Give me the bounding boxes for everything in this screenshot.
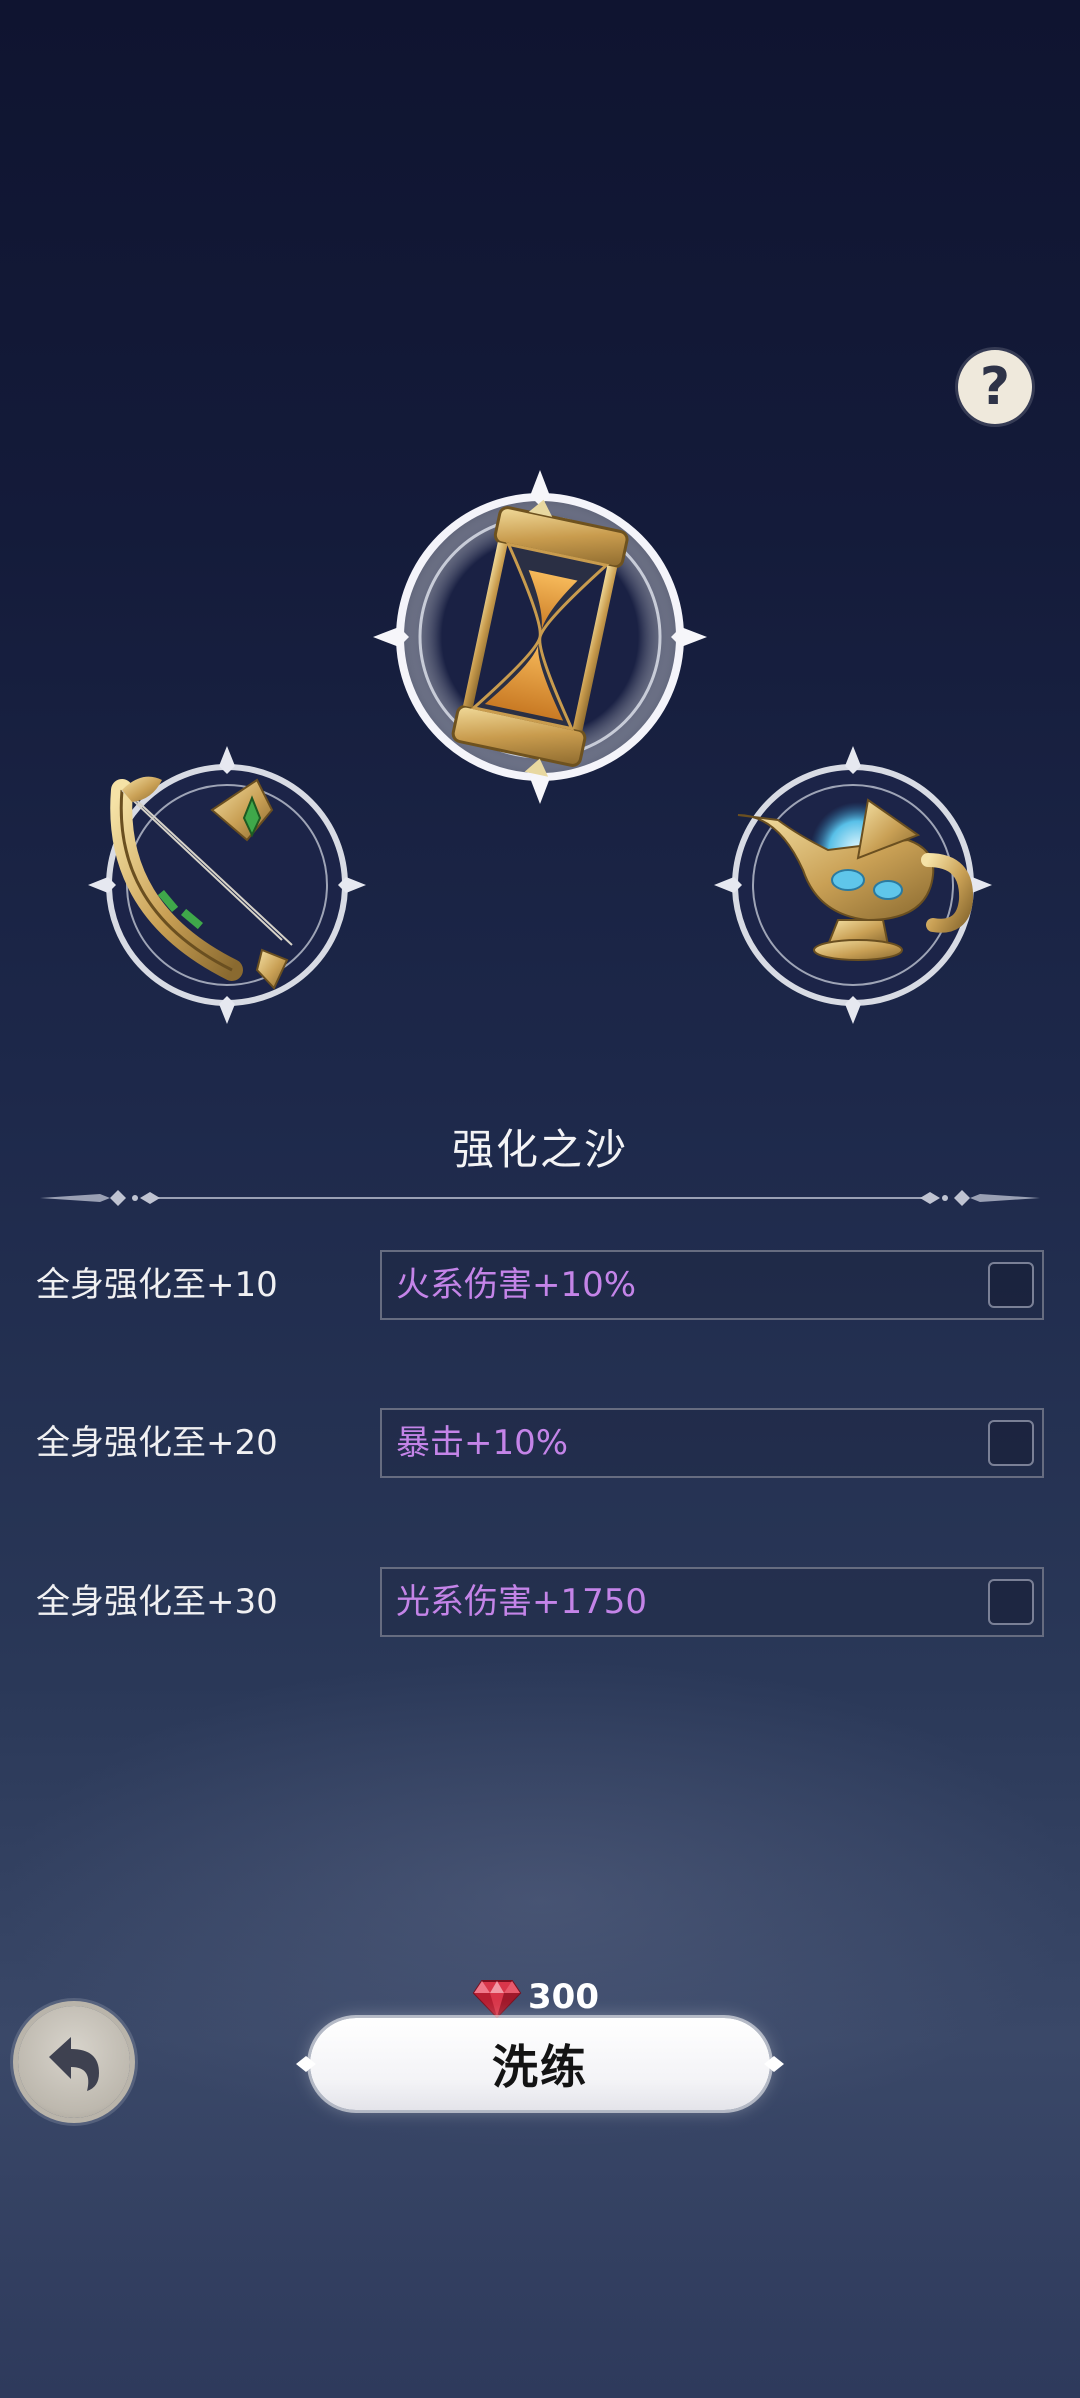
cost-value: 300 xyxy=(528,1977,599,2017)
relic-slot-lamp[interactable] xyxy=(708,740,998,1030)
relic-slot-bow[interactable] xyxy=(82,740,372,1030)
bonus-condition: 全身强化至+30 xyxy=(36,1582,278,1622)
bonus-value: 火系伤害+10% xyxy=(396,1265,637,1305)
help-button[interactable]: ? xyxy=(958,350,1032,424)
lock-checkbox[interactable] xyxy=(988,1262,1034,1308)
button-ornament-icon xyxy=(764,2056,784,2072)
relic-slot-hourglass[interactable] xyxy=(365,462,715,812)
lock-checkbox[interactable] xyxy=(988,1579,1034,1625)
cost-display: 300 xyxy=(472,1972,599,2022)
bonus-value: 暴击+10% xyxy=(396,1423,569,1463)
button-ornament-icon xyxy=(296,2056,316,2072)
reroll-button[interactable]: 洗练 xyxy=(296,2018,784,2110)
magic-lamp-icon xyxy=(714,746,992,1024)
bonus-row: 全身强化至+30 光系伤害+1750 xyxy=(0,1567,1080,1637)
bonus-value: 光系伤害+1750 xyxy=(396,1582,648,1622)
bonus-condition: 全身强化至+10 xyxy=(36,1265,278,1305)
ornamental-divider xyxy=(40,1190,1040,1206)
question-mark-icon: ? xyxy=(979,357,1011,417)
bow-icon xyxy=(88,746,366,1024)
bonus-row: 全身强化至+10 火系伤害+10% xyxy=(0,1250,1080,1320)
bonus-row: 全身强化至+20 暴击+10% xyxy=(0,1408,1080,1478)
section-title: 强化之沙 xyxy=(451,1125,628,1174)
bonus-field: 暴击+10% xyxy=(380,1408,1044,1478)
ruby-gem-icon xyxy=(472,1980,522,2019)
back-arrow-icon xyxy=(49,2037,99,2091)
back-button[interactable] xyxy=(18,2006,130,2118)
bonus-field: 火系伤害+10% xyxy=(380,1250,1044,1320)
reroll-button-label: 洗练 xyxy=(492,2040,588,2094)
lock-checkbox[interactable] xyxy=(988,1420,1034,1466)
bonus-field: 光系伤害+1750 xyxy=(380,1567,1044,1637)
hourglass-icon xyxy=(373,470,707,804)
bonus-condition: 全身强化至+20 xyxy=(36,1423,278,1463)
